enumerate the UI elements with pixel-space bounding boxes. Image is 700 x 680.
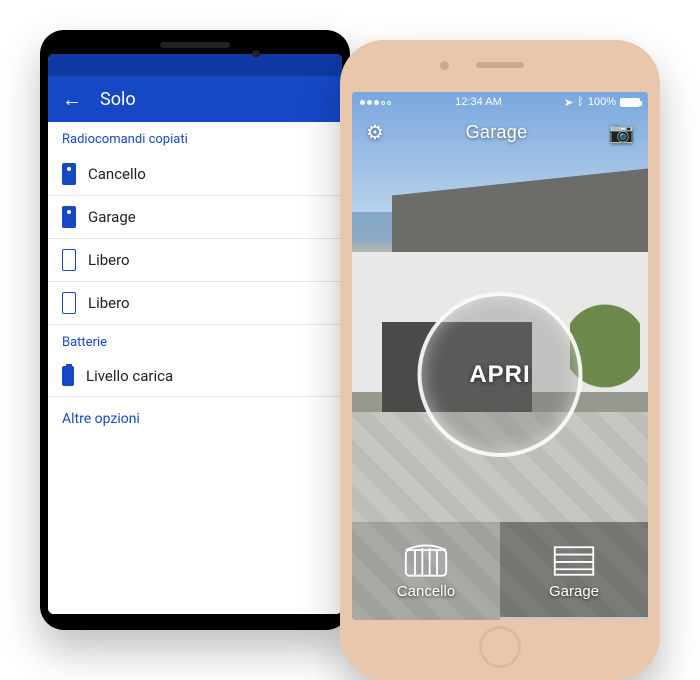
status-time: 12:34 AM	[455, 96, 501, 108]
gate-icon	[404, 543, 448, 579]
phone-sensor	[252, 50, 260, 58]
camera-icon[interactable]: 📷	[609, 120, 634, 145]
row-garage[interactable]: Garage	[48, 196, 342, 239]
row-libero-2[interactable]: Libero	[48, 282, 342, 325]
android-statusbar	[48, 54, 342, 76]
open-button-label: APRI	[469, 361, 530, 389]
garage-header: ⚙ Garage 📷	[352, 112, 648, 153]
row-label: Livello carica	[86, 367, 173, 385]
app-bar: ← Solo	[48, 76, 342, 122]
tab-cancello[interactable]: Cancello	[352, 522, 500, 620]
row-battery-level[interactable]: Livello carica	[48, 356, 342, 397]
row-libero-1[interactable]: Libero	[48, 239, 342, 282]
remote-empty-icon	[62, 292, 76, 314]
settings-list: Radiocomandi copiati Cancello Garage Lib…	[48, 122, 342, 614]
remote-icon	[62, 163, 76, 185]
app-bar-title: Solo	[100, 89, 136, 110]
phone-earpiece	[476, 62, 524, 68]
open-button[interactable]: APRI	[418, 292, 583, 457]
row-cancello[interactable]: Cancello	[48, 153, 342, 196]
home-button[interactable]	[479, 626, 521, 668]
row-label: Libero	[88, 251, 130, 269]
ios-statusbar: 12:34 AM ➤ ᛒ 100%	[352, 92, 648, 112]
signal-dots-icon	[360, 96, 393, 108]
row-label: Cancello	[88, 165, 146, 183]
row-label: Garage	[88, 208, 136, 226]
battery-icon	[62, 366, 74, 386]
phone-front-cam	[440, 61, 449, 70]
garage-door-icon	[552, 543, 596, 579]
tab-label: Garage	[549, 583, 599, 600]
android-phone-frame: ← Solo Radiocomandi copiati Cancello Gar…	[40, 30, 350, 630]
row-label: Libero	[88, 294, 130, 312]
garage-title: Garage	[466, 122, 528, 143]
section-radio-title: Radiocomandi copiati	[48, 122, 342, 153]
android-screen: ← Solo Radiocomandi copiati Cancello Gar…	[48, 54, 342, 614]
iphone-frame: 12:34 AM ➤ ᛒ 100% ⚙ Garage 📷 APRI	[340, 40, 660, 680]
battery-percent: 100%	[588, 96, 616, 108]
battery-icon	[620, 98, 640, 107]
bluetooth-icon: ᛒ	[577, 96, 584, 108]
section-battery-title: Batterie	[48, 325, 342, 356]
status-right: ➤ ᛒ 100%	[564, 96, 640, 109]
back-icon[interactable]: ←	[62, 89, 82, 109]
iphone-screen: 12:34 AM ➤ ᛒ 100% ⚙ Garage 📷 APRI	[352, 92, 648, 620]
remote-icon	[62, 206, 76, 228]
gear-icon[interactable]: ⚙	[366, 120, 384, 145]
phone-speaker	[160, 42, 230, 48]
tab-garage[interactable]: Garage	[500, 522, 648, 620]
bottom-tabs: Cancello Garage	[352, 522, 648, 620]
location-icon: ➤	[564, 96, 573, 109]
remote-empty-icon	[62, 249, 76, 271]
more-options-link[interactable]: Altre opzioni	[48, 397, 342, 441]
tab-label: Cancello	[397, 583, 455, 600]
